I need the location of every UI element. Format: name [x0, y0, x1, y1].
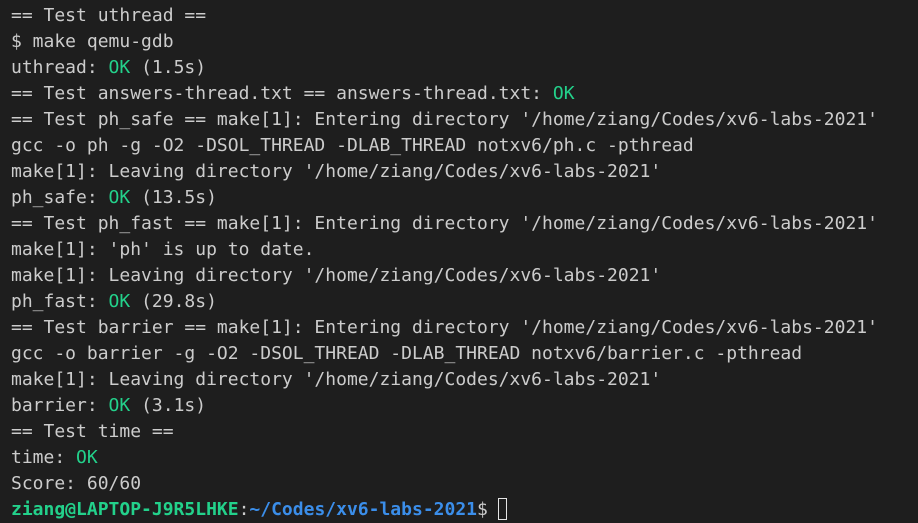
output-line: barrier: OK (3.1s) — [11, 393, 918, 419]
output-line: Score: 60/60 — [11, 471, 918, 497]
line-text: make[1]: 'ph' is up to date. — [11, 239, 315, 260]
line-text: == Test barrier == make[1]: Entering dir… — [11, 317, 878, 338]
line-text: $ make qemu-gdb — [11, 31, 174, 52]
ok-status: OK — [108, 291, 131, 312]
line-text: Score: 60/60 — [11, 473, 142, 494]
line-suffix: (3.1s) — [130, 395, 207, 416]
line-text: make[1]: Leaving directory '/home/ziang/… — [11, 265, 662, 286]
output-line: gcc -o barrier -g -O2 -DSOL_THREAD -DLAB… — [11, 341, 918, 367]
output-line: time: OK — [11, 445, 918, 471]
output-line: make[1]: Leaving directory '/home/ziang/… — [11, 263, 918, 289]
prompt-symbol: $ — [477, 499, 488, 520]
ok-status: OK — [108, 57, 131, 78]
output-line: make[1]: Leaving directory '/home/ziang/… — [11, 159, 918, 185]
output-line: == Test ph_fast == make[1]: Entering dir… — [11, 211, 918, 237]
output-line: $ make qemu-gdb — [11, 29, 918, 55]
output-line: make[1]: Leaving directory '/home/ziang/… — [11, 367, 918, 393]
prompt-path: ~/Codes/xv6-labs-2021 — [249, 499, 477, 520]
shell-prompt[interactable]: ziang@LAPTOP-J9R5LHKE:~/Codes/xv6-labs-2… — [11, 497, 918, 523]
output-line: ph_fast: OK (29.8s) — [11, 289, 918, 315]
line-text: ph_safe: — [11, 187, 109, 208]
prompt-user-host: ziang@LAPTOP-J9R5LHKE — [11, 499, 239, 520]
line-suffix: (13.5s) — [130, 187, 217, 208]
output-line: make[1]: 'ph' is up to date. — [11, 237, 918, 263]
line-text: == Test uthread == — [11, 5, 207, 26]
text-cursor[interactable] — [497, 498, 507, 520]
line-text: == Test answers-thread.txt == answers-th… — [11, 83, 553, 104]
line-suffix: (1.5s) — [130, 57, 207, 78]
line-text: make[1]: Leaving directory '/home/ziang/… — [11, 369, 662, 390]
line-text: gcc -o barrier -g -O2 -DSOL_THREAD -DLAB… — [11, 343, 803, 364]
output-line: == Test answers-thread.txt == answers-th… — [11, 81, 918, 107]
ok-status: OK — [108, 395, 131, 416]
line-suffix: (29.8s) — [130, 291, 217, 312]
line-text: time: — [11, 447, 77, 468]
ok-status: OK — [76, 447, 98, 468]
ok-status: OK — [552, 83, 575, 104]
line-text: make[1]: Leaving directory '/home/ziang/… — [11, 161, 662, 182]
output-line: == Test time == — [11, 419, 918, 445]
terminal-output[interactable]: == Test uthread == $ make qemu-gdb uthre… — [0, 0, 918, 523]
output-line: gcc -o ph -g -O2 -DSOL_THREAD -DLAB_THRE… — [11, 133, 918, 159]
line-text: == Test time == — [11, 421, 174, 442]
output-line: == Test ph_safe == make[1]: Entering dir… — [11, 107, 918, 133]
output-line: ph_safe: OK (13.5s) — [11, 185, 918, 211]
line-text: barrier: — [11, 395, 109, 416]
line-text: uthread: — [11, 57, 109, 78]
line-text: gcc -o ph -g -O2 -DSOL_THREAD -DLAB_THRE… — [11, 135, 694, 156]
output-line: uthread: OK (1.5s) — [11, 55, 918, 81]
line-text: == Test ph_safe == make[1]: Entering dir… — [11, 109, 878, 130]
line-text: ph_fast: — [11, 291, 109, 312]
line-text: == Test ph_fast == make[1]: Entering dir… — [11, 213, 878, 234]
prompt-separator: : — [238, 499, 250, 520]
ok-status: OK — [108, 187, 131, 208]
output-line: == Test barrier == make[1]: Entering dir… — [11, 315, 918, 341]
output-line: == Test uthread == — [11, 3, 918, 29]
